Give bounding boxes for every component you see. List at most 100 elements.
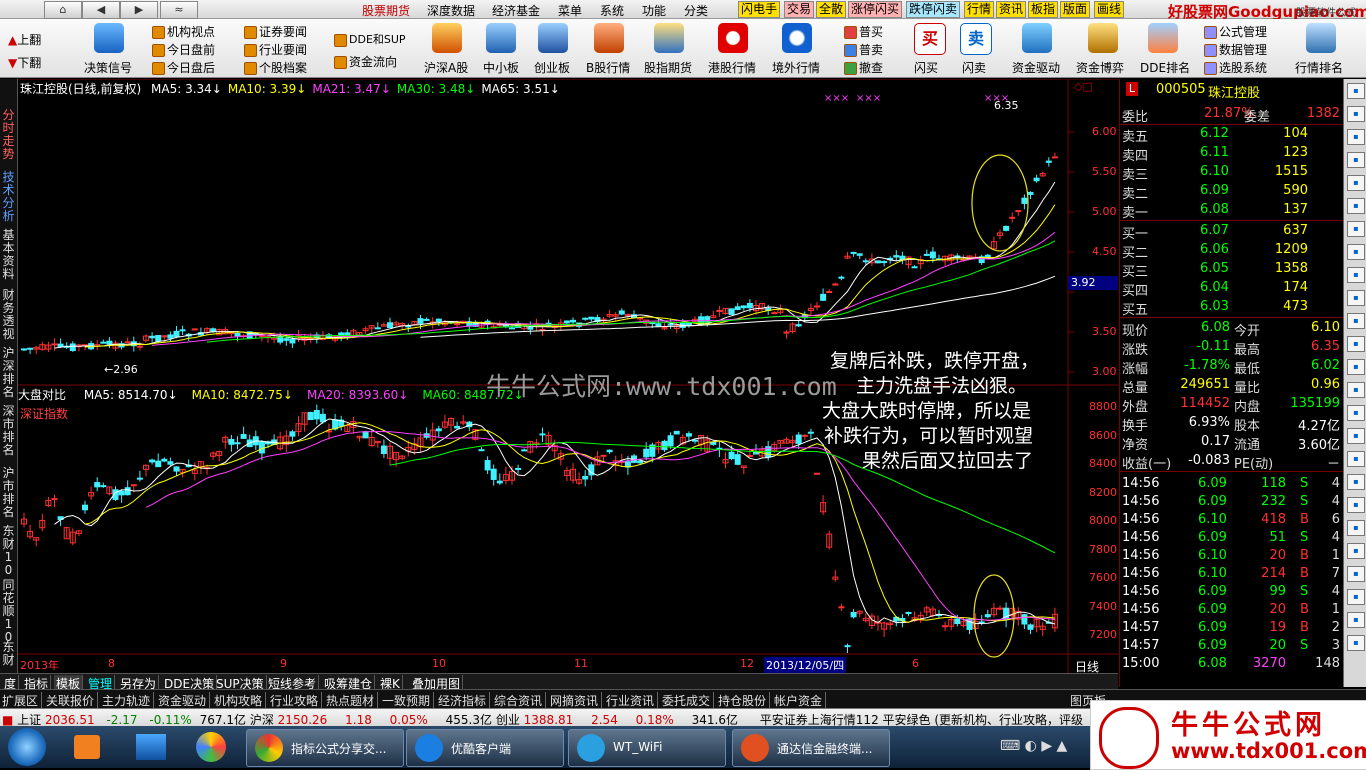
tab-intraday[interactable]: 分时走势 [1, 109, 16, 161]
flash-buy-icon[interactable]: 买 [914, 23, 946, 55]
forward-button[interactable]: ▶ [120, 1, 158, 19]
buys-row[interactable]: 买一 6.07 637 [1120, 222, 1344, 242]
ext-tab[interactable]: 网摘资讯 [550, 692, 603, 709]
menu-category[interactable]: 分类 [684, 2, 708, 19]
decision-signal-label[interactable]: 决策信号 [84, 59, 132, 76]
overseas-icon[interactable] [782, 23, 812, 53]
side-tool-icon[interactable]: ▪ [1347, 589, 1365, 605]
normal-sell-link[interactable]: 普卖 [844, 41, 883, 58]
news-ticker[interactable]: 平安绿色 (更新机构、行业攻略，评级 [883, 713, 1084, 727]
hk-stock-icon[interactable] [718, 23, 748, 53]
capital-game-label[interactable]: 资金博弈 [1076, 59, 1124, 76]
shsz-a-label[interactable]: 沪深A股 [424, 59, 468, 76]
explorer-icon[interactable] [136, 734, 166, 760]
capital-drive-label[interactable]: 资金驱动 [1012, 59, 1060, 76]
side-tool-icon[interactable]: ▪ [1347, 336, 1365, 352]
menu-economy-funds[interactable]: 经济基金 [492, 2, 540, 19]
gem-board-label[interactable]: 创业板 [534, 59, 570, 76]
capital-game-icon[interactable] [1088, 23, 1118, 53]
task-wifi[interactable]: WT_WiFi [568, 729, 726, 767]
ext-tab[interactable]: 行业资讯 [606, 692, 659, 709]
side-tool-icon[interactable]: ▪ [1347, 543, 1365, 559]
flash-sell-icon[interactable]: 卖 [960, 23, 992, 55]
limit-down-sell-button[interactable]: 跌停闪卖 [906, 1, 961, 18]
back-button[interactable]: ◀ [82, 1, 120, 19]
sells-row[interactable]: 卖三 6.10 1515 [1120, 163, 1344, 183]
tab-eastmoney-10[interactable]: 东财10 [1, 525, 16, 577]
institution-view-link[interactable]: 机构视点 [152, 23, 215, 40]
tab-technical[interactable]: 技术分析 [1, 171, 16, 223]
side-tool-icon[interactable]: ▪ [1347, 106, 1365, 122]
data-manage-link[interactable]: 数据管理 [1204, 41, 1267, 58]
b-share-label[interactable]: B股行情 [586, 59, 630, 76]
sme-board-label[interactable]: 中小板 [483, 59, 519, 76]
cancel-all-button[interactable]: 全散 [816, 1, 847, 18]
quote-rank-icon[interactable] [1306, 23, 1336, 53]
premarket-link[interactable]: 今日盘前 [152, 41, 215, 58]
stock-profile-link[interactable]: 个股档案 [244, 59, 307, 76]
window-controls[interactable]: ◇□ [1074, 80, 1093, 93]
side-tool-icon[interactable]: ▪ [1347, 152, 1365, 168]
side-tool-icon[interactable]: ▪ [1347, 428, 1365, 444]
kline-chart-area[interactable]: ××× ××× ××× 6.35 ←2.96 珠江控股(日线,前复权) MA5: 3.3… [18, 79, 1118, 687]
quote-button[interactable]: 行情 [964, 1, 995, 18]
task-youku[interactable]: 优酷客户端 [406, 729, 564, 767]
sells-row[interactable]: 卖四 6.11 123 [1120, 144, 1344, 164]
hk-stock-label[interactable]: 港股行情 [708, 59, 756, 76]
board-index-button[interactable]: 板指 [1028, 1, 1059, 18]
sme-board-icon[interactable] [486, 23, 516, 53]
sells-row[interactable]: 卖二 6.09 590 [1120, 182, 1344, 202]
tab-shsz-rank[interactable]: 沪深排名 [1, 347, 16, 399]
tab-sh-rank[interactable]: 沪市排名 [1, 467, 16, 519]
task-formula-share[interactable]: 指标公式分享交... [246, 729, 404, 767]
side-tool-icon[interactable]: ▪ [1347, 497, 1365, 513]
side-tool-icon[interactable]: ▪ [1347, 83, 1365, 99]
flash-buy-label[interactable]: 闪买 [914, 59, 938, 76]
ext-tab[interactable]: 委托成交 [662, 692, 715, 709]
menu-function[interactable]: 功能 [642, 2, 666, 19]
ext-tab[interactable]: 行业攻略 [270, 692, 323, 709]
home-button[interactable]: ⌂ [44, 1, 82, 19]
start-button[interactable] [8, 728, 46, 766]
side-tool-icon[interactable]: ▪ [1347, 520, 1365, 536]
side-tool-icon[interactable]: ▪ [1347, 451, 1365, 467]
quote-rank-label[interactable]: 行情排名 [1295, 59, 1343, 76]
cancel-query-link[interactable]: 撤查 [844, 59, 883, 76]
menu-stocks[interactable]: 股票期货 [362, 2, 410, 19]
ext-tab[interactable]: 帐户资金 [774, 692, 827, 709]
side-tool-icon[interactable]: ▪ [1347, 566, 1365, 582]
tab-eastmoney[interactable]: 东财 [1, 641, 16, 667]
side-tool-icon[interactable]: ▪ [1347, 405, 1365, 421]
ext-tab[interactable]: 资金驱动 [158, 692, 211, 709]
flash-sell-label[interactable]: 闪卖 [962, 59, 986, 76]
ext-tab[interactable]: 扩展区 [2, 692, 43, 709]
tab-sz-rank[interactable]: 深市排名 [1, 405, 16, 457]
ext-tab[interactable]: 综合资讯 [494, 692, 547, 709]
side-tool-icon[interactable]: ▪ [1347, 198, 1365, 214]
side-tool-icon[interactable]: ▪ [1347, 635, 1365, 651]
dde-rank-label[interactable]: DDE排名 [1140, 59, 1190, 76]
limit-up-buy-button[interactable]: 涨停闪买 [848, 1, 903, 18]
app-icon[interactable] [196, 732, 226, 762]
tray-icons[interactable]: ⌨ ◐ ▶ ▲ [1000, 738, 1067, 754]
index-futures-label[interactable]: 股指期货 [644, 59, 692, 76]
formula-manage-link[interactable]: 公式管理 [1204, 23, 1267, 40]
side-tool-icon[interactable]: ▪ [1347, 290, 1365, 306]
page-up-button[interactable]: ▲上翻 [8, 31, 41, 48]
buys-row[interactable]: 买四 6.04 174 [1120, 279, 1344, 299]
capital-flow-link[interactable]: 资金流向 [334, 53, 397, 70]
period-label[interactable]: 日线 [1075, 658, 1099, 675]
ext-tab[interactable]: 热点题材 [326, 692, 379, 709]
tab-ths-10[interactable]: 同花顺10 [1, 579, 16, 644]
menu-system[interactable]: 系统 [600, 2, 624, 19]
capital-drive-icon[interactable] [1022, 23, 1052, 53]
b-share-icon[interactable] [594, 23, 624, 53]
stock-select-link[interactable]: 选股系统 [1204, 59, 1267, 76]
ext-tab[interactable]: 持仓股份 [718, 692, 771, 709]
side-tool-icon[interactable]: ▪ [1347, 129, 1365, 145]
task-tdx[interactable]: 通达信金融终端... [732, 729, 890, 767]
flash-trade-button[interactable]: 闪电手 [738, 1, 781, 18]
side-tool-icon[interactable]: ▪ [1347, 474, 1365, 490]
securities-news-link[interactable]: 证券要闻 [244, 23, 307, 40]
menu-menu[interactable]: 菜单 [558, 2, 582, 19]
